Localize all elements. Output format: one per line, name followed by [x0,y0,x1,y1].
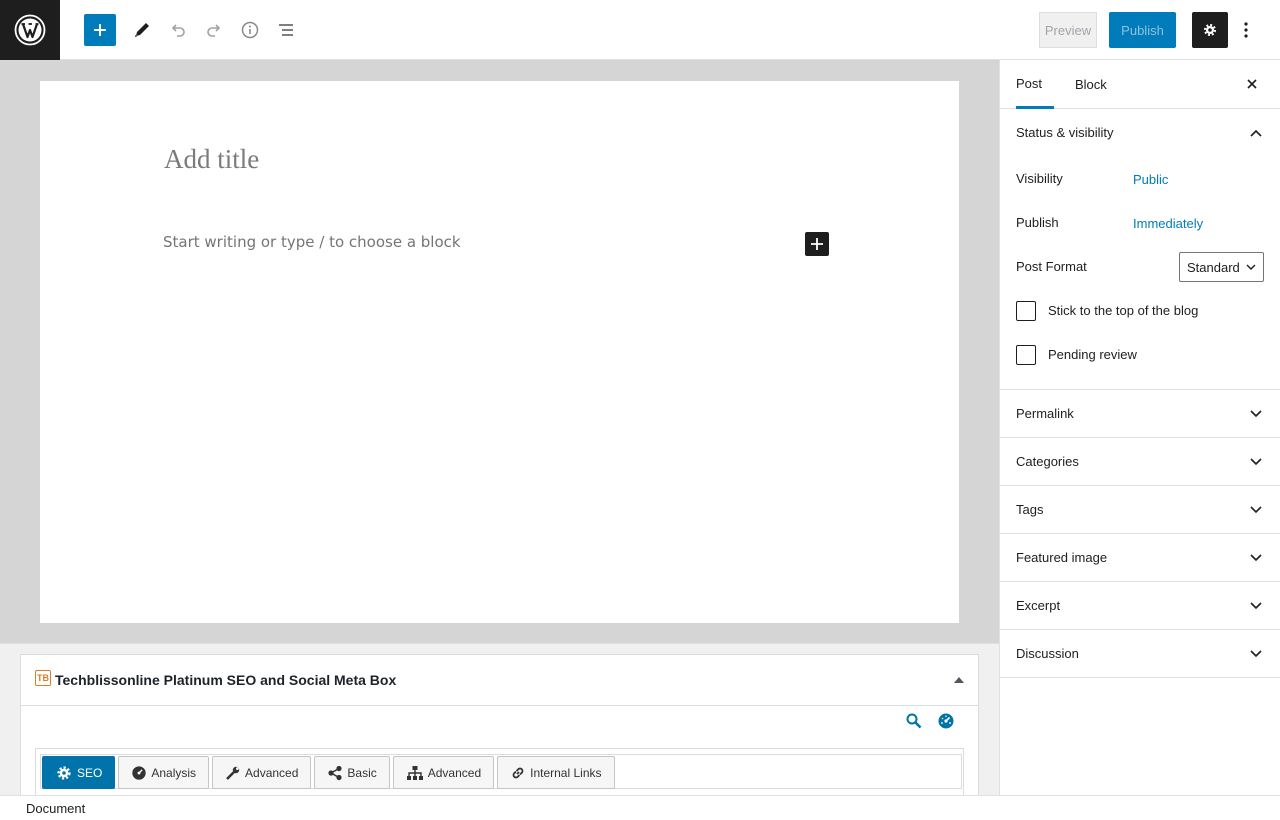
publish-date-toggle[interactable]: Immediately [1133,216,1203,231]
panel-featured-image[interactable]: Featured image [1000,534,1280,582]
panel-discussion[interactable]: Discussion [1000,630,1280,678]
close-sidebar-button[interactable] [1244,76,1260,92]
plus-icon [94,24,106,36]
seo-tabs: SEO Analysis Advanced Basic Advanced Int… [40,754,962,789]
tab-basic[interactable]: Basic [314,756,390,789]
tab-block[interactable]: Block [1075,60,1107,109]
settings-button[interactable] [1192,12,1228,48]
panel-title: Tags [1016,502,1044,517]
tab-label: Advanced [427,765,482,780]
post-format-select[interactable]: Standard [1179,252,1264,282]
panel-categories[interactable]: Categories [1000,438,1280,486]
chevron-down-icon [1250,408,1262,420]
plus-icon [811,238,823,250]
tab-post[interactable]: Post [1016,60,1055,109]
publish-label: Publish [1016,215,1059,230]
sticky-checkbox[interactable] [1016,301,1036,321]
block-inserter-button[interactable] [84,14,116,46]
chevron-down-icon [1246,264,1256,270]
sitemap-icon [406,765,423,780]
gear-icon [1203,23,1217,37]
vertical-ellipsis-icon [1244,22,1248,38]
redo-button[interactable] [198,14,230,46]
status-visibility-panel: Status & visibility Visibility Public Pu… [1000,109,1280,390]
undo-button[interactable] [162,14,194,46]
wrench-icon [226,766,240,780]
chevron-down-icon [1250,600,1262,612]
chevron-down-icon [1250,552,1262,564]
visibility-toggle[interactable]: Public [1133,172,1168,187]
post-format-label: Post Format [1016,259,1087,274]
tab-internal-links[interactable]: Internal Links [497,756,615,789]
panel-excerpt[interactable]: Excerpt [1000,582,1280,630]
editor-header: Preview Publish [0,0,1280,60]
preview-button[interactable]: Preview [1039,12,1097,48]
meta-box-actions [905,712,955,732]
meta-box-title: Techblissonline Platinum SEO and Social … [55,672,397,688]
chevron-down-icon [1250,456,1262,468]
sticky-label: Stick to the top of the blog [1048,303,1199,318]
pencil-icon [135,23,149,37]
publish-button[interactable]: Publish [1109,12,1176,48]
pending-review-checkbox[interactable] [1016,345,1036,365]
tab-seo[interactable]: SEO [42,756,116,789]
share-icon [328,765,343,780]
panel-title: Excerpt [1016,598,1061,613]
wordpress-icon [14,14,46,46]
sidebar-tabs: Post Block [1000,60,1280,109]
default-block-appender[interactable]: Start writing or type / to choose a bloc… [163,233,461,251]
panel-permalink[interactable]: Permalink [1000,390,1280,438]
breadcrumb[interactable]: Document [26,801,85,816]
post-title-input[interactable]: Add title [164,144,259,175]
search-icon[interactable] [905,712,923,730]
meta-box-header[interactable]: TB Techblissonline Platinum SEO and Soci… [20,654,979,706]
techblissonline-logo: TB [35,670,51,686]
triangle-up-icon [954,677,964,683]
wordpress-logo-button[interactable] [0,0,60,60]
chevron-down-icon [1250,504,1262,516]
redo-icon [207,24,221,37]
options-menu-button[interactable] [1236,14,1256,46]
tab-label: Internal Links [530,765,602,780]
panel-toggle-status[interactable]: Status & visibility [1016,125,1114,140]
panel-tags[interactable]: Tags [1000,486,1280,534]
post-format-value: Standard [1187,259,1240,275]
panel-title: Permalink [1016,406,1074,421]
tab-label: Basic [347,765,377,780]
panel-title: Categories [1016,454,1079,469]
list-view-button[interactable] [270,14,302,46]
tab-label: Analysis [151,765,197,780]
pending-review-label: Pending review [1048,347,1137,362]
undo-icon [171,24,185,37]
editor-footer: Document [0,795,1280,820]
details-button[interactable] [234,14,266,46]
close-icon [1247,79,1257,89]
list-view-icon [279,24,293,36]
tab-analysis[interactable]: Analysis [118,756,210,789]
visibility-label: Visibility [1016,171,1063,186]
tab-label: Advanced [245,765,299,780]
tab-advanced-wrench[interactable]: Advanced [212,756,312,789]
panel-title: Featured image [1016,550,1108,565]
panel-title: Discussion [1016,646,1079,661]
chevron-down-icon [1250,648,1262,660]
tab-label: SEO [77,765,103,780]
tools-button[interactable] [126,14,158,46]
chevron-up-icon[interactable] [1250,127,1262,139]
add-block-button[interactable] [805,232,829,256]
dashboard-icon[interactable] [937,712,955,730]
gear-icon [57,765,71,780]
info-icon [241,21,259,39]
meta-box-toggle[interactable] [953,674,965,686]
tab-advanced-sitemap[interactable]: Advanced [392,756,495,789]
link-icon [512,767,524,778]
dashboard-icon [132,765,147,780]
